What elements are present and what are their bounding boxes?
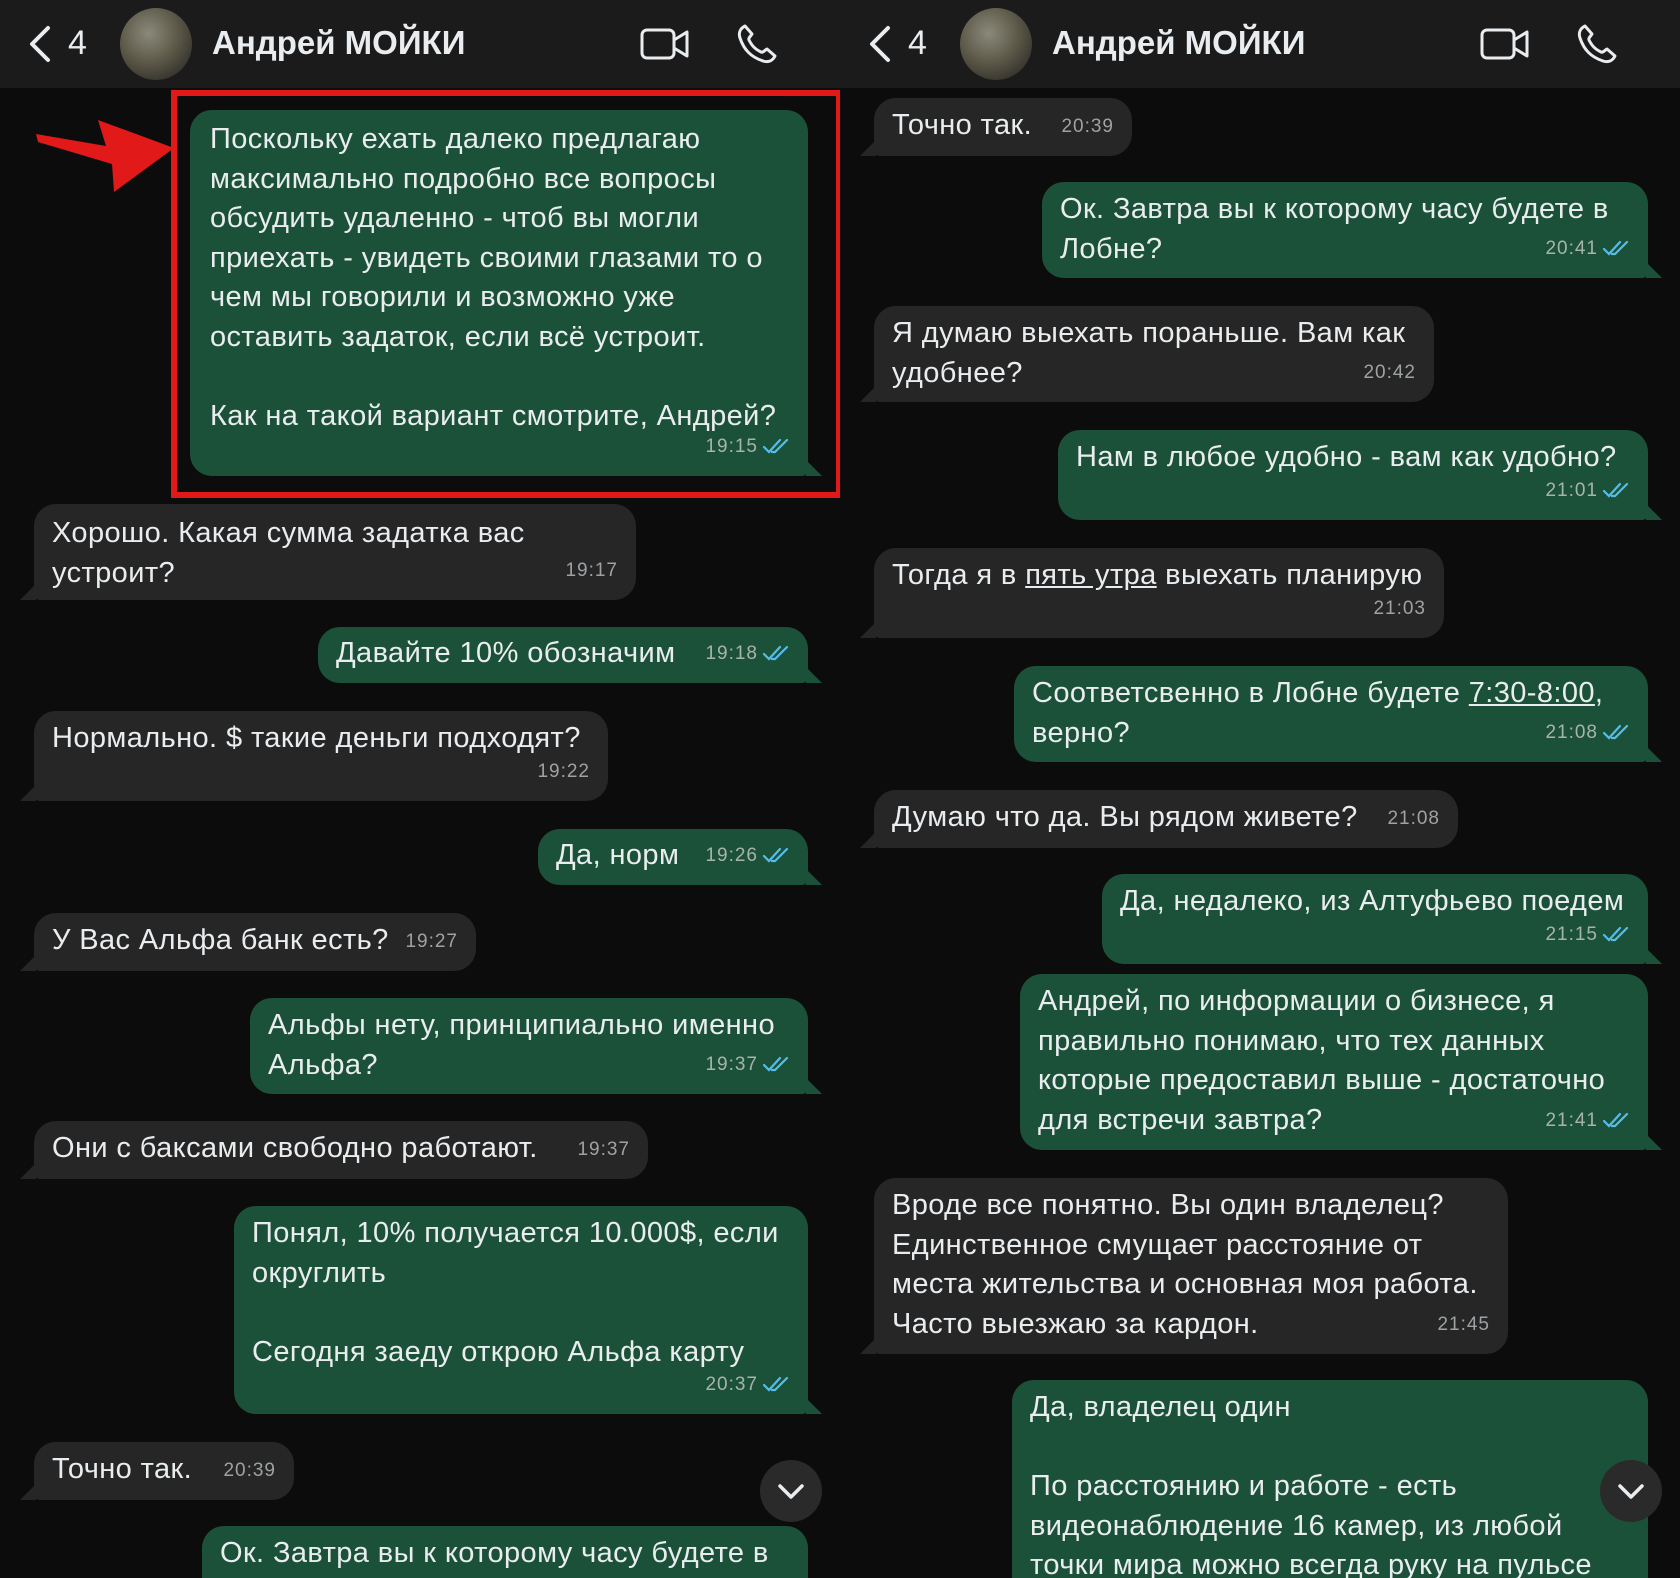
message-text: Вроде все понятно. Вы один владелец? Еди… [892, 1189, 1478, 1340]
double-check-icon [1602, 725, 1629, 740]
message-text: У Вас Альфа банк есть? [52, 924, 389, 956]
message-bubble[interactable]: Да, владелец один По расстоянию и работе… [1012, 1380, 1648, 1578]
chat-title[interactable]: Андрей МОЙКИ [212, 24, 465, 62]
double-check-icon [1602, 241, 1629, 256]
double-check-icon [762, 1057, 789, 1072]
message-bubble[interactable]: Точно так. 20:39 [860, 98, 1132, 156]
video-camera-icon[interactable] [1480, 22, 1530, 66]
message-time: 19:17 [565, 559, 618, 581]
message-text: Думаю что да. Вы рядом живете? [892, 801, 1358, 833]
message-time: 21:45 [1437, 1313, 1490, 1335]
chat-title[interactable]: Андрей МОЙКИ [1052, 24, 1305, 62]
chat-screen-right: 4 Андрей МОЙКИ Точно так. 20:39 Ок. Завт… [840, 0, 1680, 1578]
double-check-icon [1602, 1113, 1629, 1128]
phone-icon[interactable] [1575, 22, 1619, 66]
message-text: Тогда я в пять утра выехать планирую [892, 559, 1423, 591]
chevron-left-icon[interactable] [22, 24, 62, 64]
message-time: 20:42 [1363, 361, 1416, 383]
message-text: Понял, 10% получается 10.000$, если окру… [252, 1217, 779, 1368]
message-text: Они с баксами свободно работают. [52, 1132, 538, 1164]
message-time: 19:26 [705, 844, 758, 866]
message-time: 19:18 [705, 642, 758, 664]
avatar[interactable] [960, 8, 1032, 80]
message-time: 21:08 [1545, 721, 1598, 743]
double-check-icon [762, 848, 789, 863]
unread-count[interactable]: 4 [68, 24, 87, 63]
message-time: 21:08 [1387, 807, 1440, 829]
scroll-to-bottom-button[interactable] [1600, 1460, 1662, 1522]
message-time: 20:39 [1061, 115, 1114, 137]
chat-screen-left: 4 Андрей МОЙКИ Поскольку ехать далеко пр… [0, 0, 840, 1578]
date-link[interactable]: пять утра [1025, 559, 1157, 591]
message-time: 21:41 [1545, 1109, 1598, 1131]
message-text: Нормально. $ такие деньги подходят? [52, 722, 581, 754]
message-bubble[interactable]: Ок. Завтра вы к которому часу будете в [202, 1526, 808, 1578]
message-time: 19:37 [705, 1053, 758, 1075]
double-check-icon [1602, 927, 1629, 942]
message-bubble[interactable]: Соответсвенно в Лобне будете 7:30-8:00, … [1014, 666, 1662, 762]
message-bubble[interactable]: Андрей, по информации о бизнесе, я прави… [1020, 974, 1662, 1150]
message-time: 21:01 [1545, 479, 1598, 501]
message-time: 20:39 [223, 1459, 276, 1481]
message-text: Хорошо. Какая сумма задатка вас устроит? [52, 517, 525, 589]
double-check-icon [762, 1377, 789, 1392]
red-arrow-icon [36, 120, 174, 192]
message-text: Я думаю выехать пораньше. Вам как удобне… [892, 317, 1406, 389]
double-check-icon [1602, 483, 1629, 498]
chat-header: 4 Андрей МОЙКИ [0, 0, 840, 88]
message-time: 21:03 [1373, 597, 1426, 619]
message-time: 20:37 [705, 1373, 758, 1395]
message-bubble[interactable]: Понял, 10% получается 10.000$, если окру… [234, 1206, 822, 1414]
message-text: Андрей, по информации о бизнесе, я прави… [1038, 985, 1606, 1136]
message-bubble[interactable]: Нормально. $ такие деньги подходят? 19:2… [20, 711, 608, 801]
message-bubble[interactable]: Да, недалеко, из Алтуфьево поедем 21:15 [1102, 874, 1662, 964]
avatar[interactable] [120, 8, 192, 80]
message-bubble[interactable]: Я думаю выехать пораньше. Вам как удобне… [860, 306, 1434, 402]
message-bubble[interactable]: Давайте 10% обозначим 19:18 [318, 627, 822, 683]
chevron-down-icon [1618, 1484, 1644, 1499]
message-time: 19:22 [537, 760, 590, 782]
message-time: 19:27 [405, 930, 458, 952]
message-time: 21:15 [1545, 923, 1598, 945]
video-camera-icon[interactable] [640, 22, 690, 66]
message-time: 20:41 [1545, 237, 1598, 259]
message-text: Ок. Завтра вы к которому часу будете в [220, 1537, 769, 1569]
chat-header: 4 Андрей МОЙКИ [840, 0, 1680, 88]
message-bubble[interactable]: Точно так. 20:39 [20, 1442, 294, 1500]
message-time: 19:37 [577, 1138, 630, 1160]
message-bubble[interactable]: Вроде все понятно. Вы один владелец? Еди… [860, 1178, 1508, 1354]
highlight-frame [171, 90, 840, 498]
time-link[interactable]: 7:30-8:00 [1469, 677, 1595, 709]
message-bubble[interactable]: Думаю что да. Вы рядом живете? 21:08 [860, 790, 1458, 848]
chevron-left-icon[interactable] [862, 24, 902, 64]
double-check-icon [762, 646, 789, 661]
message-text: Соответсвенно в Лобне будете 7:30-8:00, … [1032, 677, 1604, 749]
scroll-to-bottom-button[interactable] [760, 1460, 822, 1522]
message-bubble[interactable]: Нам в любое удобно - вам как удобно? 21:… [1058, 430, 1662, 520]
unread-count[interactable]: 4 [908, 24, 927, 63]
message-bubble[interactable]: Да, норм 19:26 [538, 829, 822, 885]
message-bubble[interactable]: Альфы нету, принципиально именно Альфа? … [250, 998, 822, 1094]
chevron-down-icon [778, 1484, 804, 1499]
message-bubble[interactable]: Они с баксами свободно работают. 19:37 [20, 1121, 648, 1179]
phone-icon[interactable] [735, 22, 779, 66]
message-bubble[interactable]: У Вас Альфа банк есть? 19:27 [20, 913, 476, 971]
message-bubble[interactable]: Тогда я в пять утра выехать планирую 21:… [860, 548, 1444, 638]
message-bubble[interactable]: Ок. Завтра вы к которому часу будете в Л… [1042, 182, 1662, 278]
message-text: Да, владелец один По расстоянию и работе… [1030, 1391, 1592, 1578]
message-bubble[interactable]: Хорошо. Какая сумма задатка вас устроит?… [20, 504, 636, 600]
